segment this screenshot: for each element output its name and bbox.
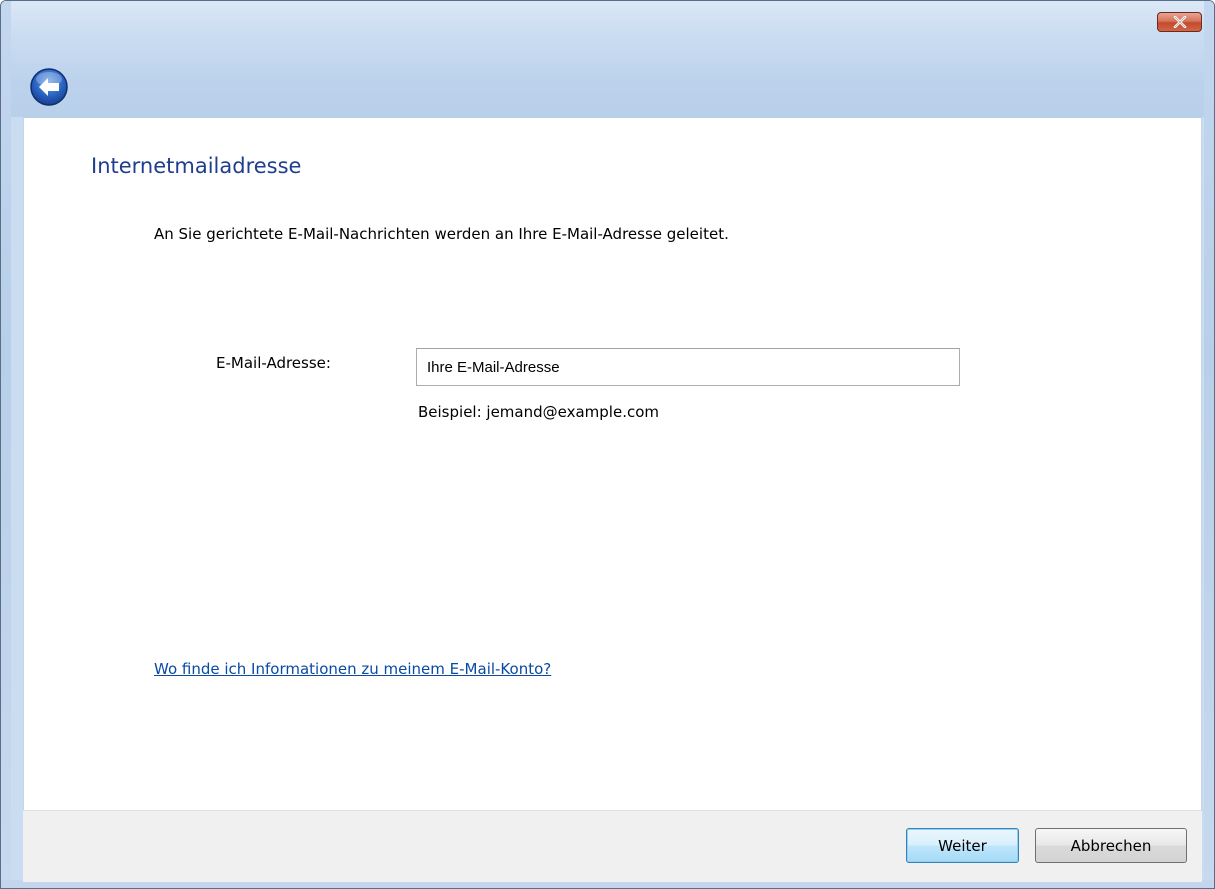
window-frame-right <box>1204 1 1214 888</box>
page-description: An Sie gerichtete E-Mail-Nachrichten wer… <box>154 225 729 243</box>
next-button[interactable]: Weiter <box>906 828 1019 863</box>
wizard-content: Internetmailadresse An Sie gerichtete E-… <box>23 117 1202 810</box>
title-bar <box>1 1 1214 117</box>
email-account-help-link[interactable]: Wo finde ich Informationen zu meinem E-M… <box>154 660 551 678</box>
wizard-window: Internetmailadresse An Sie gerichtete E-… <box>0 0 1215 889</box>
cancel-button[interactable]: Abbrechen <box>1035 828 1187 863</box>
email-field[interactable] <box>416 348 960 386</box>
window-frame-left <box>1 1 11 888</box>
page-title: Internetmailadresse <box>91 154 302 178</box>
back-arrow-icon <box>30 68 68 106</box>
email-example-text: Beispiel: jemand@example.com <box>418 403 660 421</box>
back-button[interactable] <box>29 67 69 107</box>
email-label: E-Mail-Adresse: <box>216 354 331 372</box>
close-icon <box>1173 16 1186 28</box>
wizard-footer: Weiter Abbrechen <box>23 810 1202 882</box>
close-button[interactable] <box>1157 12 1202 32</box>
